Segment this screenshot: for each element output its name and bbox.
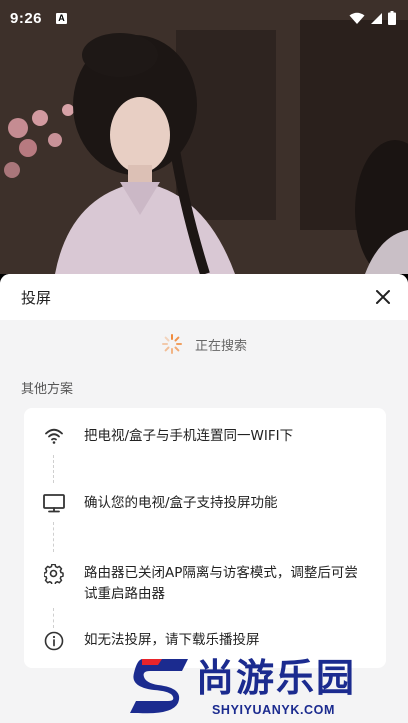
other-solutions-label: 其他方案: [21, 382, 74, 397]
notification-a-icon: A: [56, 12, 68, 24]
close-icon: [376, 290, 390, 304]
solution-step: 路由器已关闭AP隔离与访客模式，调整后可尝试重启路由器: [24, 563, 386, 605]
sheet-header: 投屏: [0, 274, 408, 320]
battery-icon: [388, 11, 396, 25]
solutions-card: 把电视/盒子与手机连置同一WIFI下 确认您的电视/盒子支持投屏功能 路由器已关…: [24, 408, 386, 668]
step-connector: [53, 455, 54, 483]
solution-step-text: 确认您的电视/盒子支持投屏功能: [84, 495, 278, 511]
loading-spinner-icon: [161, 334, 182, 354]
status-indicators: [349, 11, 396, 25]
solution-step: 如无法投屏，请下载乐播投屏: [24, 630, 386, 651]
solution-step-text: 路由器已关闭AP隔离与访客模式，调整后可尝试重启路由器: [84, 565, 358, 602]
watermark-logo-icon: [130, 659, 188, 714]
status-time: 9:26: [10, 9, 43, 27]
sheet-title: 投屏: [21, 288, 52, 307]
watermark-domain: SHYIYUANYK.COM: [212, 703, 335, 717]
step-connector: [53, 608, 54, 628]
video-frame: [0, 0, 408, 274]
step-connector: [53, 522, 54, 552]
solution-step: 确认您的电视/盒子支持投屏功能: [24, 493, 386, 514]
video-player[interactable]: [0, 0, 408, 274]
wifi-icon: [45, 428, 63, 444]
gear-icon: [44, 564, 64, 584]
status-bar: 9:26 A: [0, 0, 408, 36]
solution-step-text: 如无法投屏，请下载乐播投屏: [84, 632, 260, 648]
searching-text: 正在搜索: [194, 338, 247, 354]
info-icon: [44, 631, 64, 651]
monitor-icon: [43, 494, 65, 513]
close-button[interactable]: [372, 286, 394, 308]
solution-step: 把电视/盒子与手机连置同一WIFI下: [24, 426, 386, 447]
wifi-signal-icon: [349, 12, 365, 24]
cellular-signal-icon: [371, 12, 382, 24]
watermark: 尚游乐园 SHYIYUANYK.COM: [128, 655, 408, 723]
solution-step-text: 把电视/盒子与手机连置同一WIFI下: [84, 428, 294, 444]
searching-status: 正在搜索: [0, 332, 408, 356]
watermark-title: 尚游乐园: [196, 656, 357, 700]
